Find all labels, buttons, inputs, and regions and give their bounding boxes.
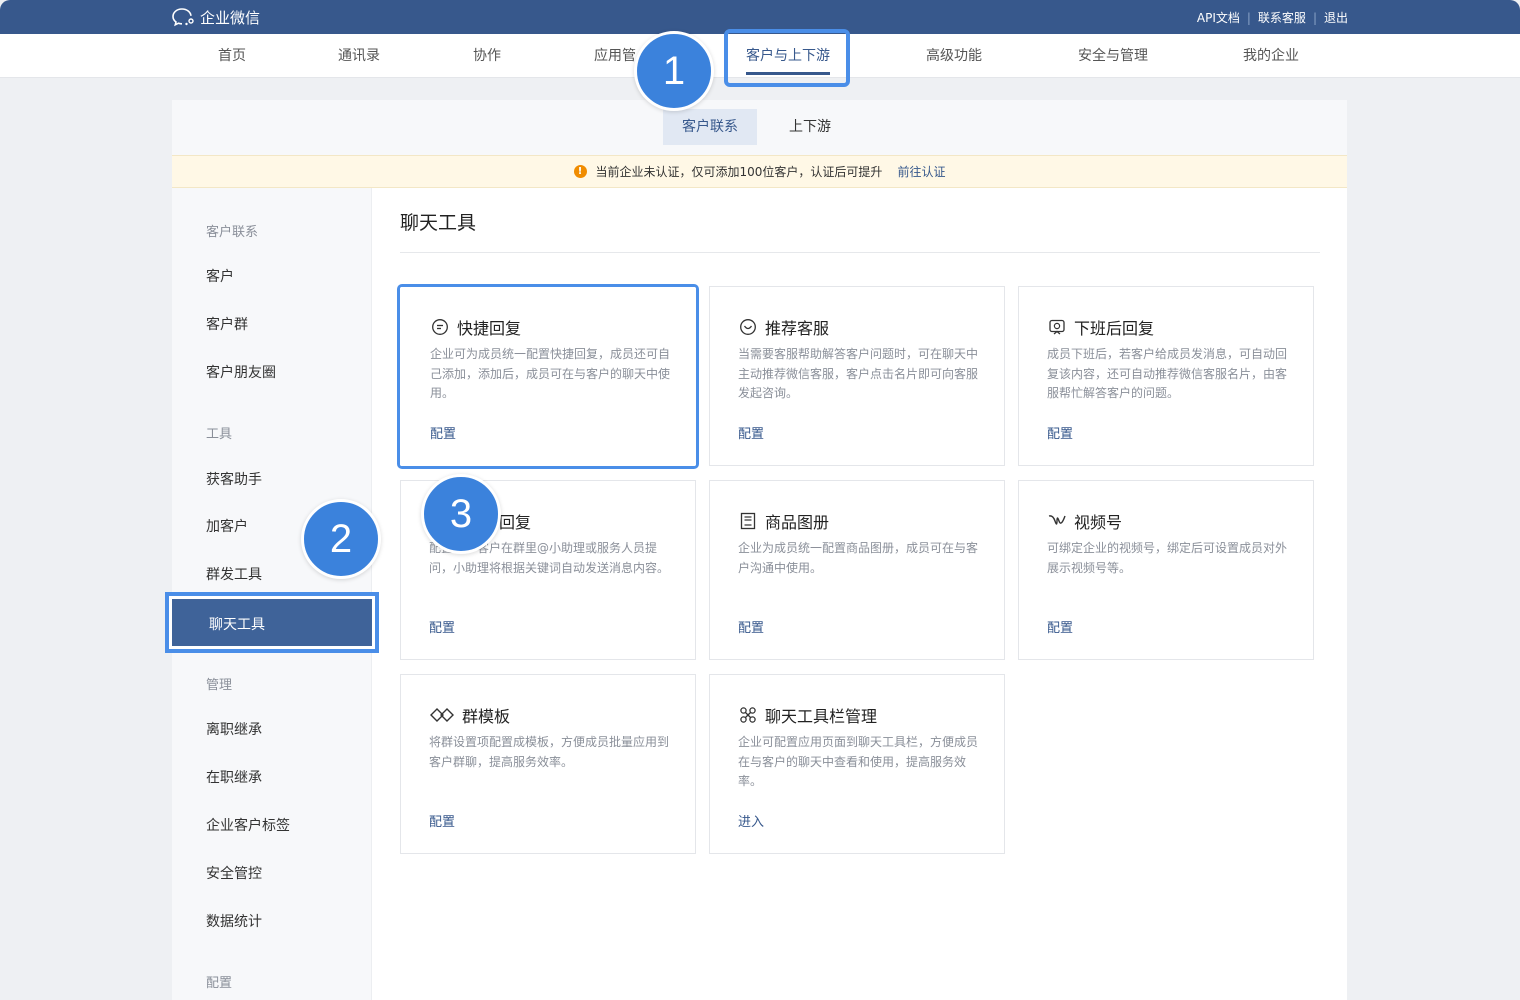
card-description: 当需要客服帮助解答客户问题时，可在聊天中主动推荐微信客服，客户点击名片即可向客服… <box>738 347 979 400</box>
configure-link[interactable]: 配置 <box>430 423 456 442</box>
offwork-reply-icon <box>1047 317 1067 337</box>
nav-home[interactable]: 首页 <box>218 34 246 78</box>
sidebar-group-config: 配置 <box>206 976 233 991</box>
nav-highlight-box <box>724 29 850 87</box>
sub-tabs: 客户联系 上下游 <box>172 100 1347 155</box>
wecom-logo-icon <box>172 8 194 27</box>
sidebar-item-security-control[interactable]: 安全管控 <box>172 850 372 898</box>
card-title: 群模板 <box>462 707 511 726</box>
sidebar-item-active-transfer[interactable]: 在职继承 <box>172 754 372 802</box>
card-title: 推荐客服 <box>765 319 830 338</box>
sidebar: 客户联系 客户 客户群 客户朋友圈 工具 获客助手 加客户 群发工具 聊天工具 … <box>165 188 379 1000</box>
title-divider <box>400 252 1320 253</box>
nav-contacts[interactable]: 通讯录 <box>338 34 380 78</box>
sidebar-item-tags[interactable]: 企业客户标签 <box>172 802 372 850</box>
card-channels[interactable]: 视频号 可绑定企业的视频号，绑定后可设置成员对外展示视频号等。 配置 <box>1018 480 1314 660</box>
card-title: 视频号 <box>1074 513 1123 532</box>
configure-link[interactable]: 配置 <box>738 423 764 442</box>
logo-text: 企业微信 <box>200 8 261 27</box>
page-title: 聊天工具 <box>400 212 477 234</box>
card-quick-reply[interactable]: 快捷回复 企业可为成员统一配置快捷回复，成员还可自己添加，添加后，成员可在与客户… <box>397 284 699 469</box>
product-album-icon <box>738 511 758 531</box>
card-group-template[interactable]: 群模板 将群设置项配置成模板，方便成员批量应用到客户群聊，提高服务效率。 配置 <box>400 674 696 854</box>
toolbar-manage-icon <box>738 705 758 725</box>
card-description: 企业可为成员统一配置快捷回复，成员还可自己添加，添加后，成员可在与客户的聊天中使… <box>430 347 671 400</box>
quick-reply-icon <box>430 317 450 337</box>
sidebar-item-chat-tools[interactable]: 聊天工具 <box>165 592 379 653</box>
sidebar-item-customers[interactable]: 客户 <box>172 253 372 301</box>
step-badge-1: 1 <box>634 31 714 111</box>
logout-link[interactable]: 退出 <box>1324 9 1348 26</box>
enter-link[interactable]: 进入 <box>738 811 764 830</box>
card-title: 商品图册 <box>765 513 830 532</box>
tab-customer-contact[interactable]: 客户联系 <box>663 109 757 145</box>
sidebar-group-management: 管理 <box>206 678 233 693</box>
top-links: API文档 | 联系客服 | 退出 <box>1197 9 1348 26</box>
link-separator: | <box>1246 10 1251 25</box>
channels-icon <box>1047 511 1067 531</box>
nav-app-management[interactable]: 应用管 <box>594 34 636 78</box>
nav-collaboration[interactable]: 协作 <box>473 34 501 78</box>
sidebar-item-customer-groups[interactable]: 客户群 <box>172 301 372 349</box>
api-docs-link[interactable]: API文档 <box>1197 9 1240 26</box>
card-title: 回复 <box>499 513 532 532</box>
nav-security[interactable]: 安全与管理 <box>1078 34 1148 78</box>
verify-link[interactable]: 前往认证 <box>897 163 945 180</box>
tab-upstream-downstream[interactable]: 上下游 <box>770 109 850 145</box>
card-product-album[interactable]: 商品图册 企业为成员统一配置商品图册，成员可在与客户沟通中使用。 配置 <box>709 480 1005 660</box>
sidebar-group-tools: 工具 <box>206 427 233 442</box>
card-description: 企业为成员统一配置商品图册，成员可在与客户沟通中使用。 <box>738 541 979 575</box>
contact-support-link[interactable]: 联系客服 <box>1258 9 1306 26</box>
card-description: 成员下班后，若客户给成员发消息，可自动回复该内容，还可自动推荐微信客服名片，由客… <box>1047 347 1288 400</box>
step-badge-2: 2 <box>301 499 381 579</box>
sidebar-item-resigned-transfer[interactable]: 离职继承 <box>172 706 372 754</box>
configure-link[interactable]: 配置 <box>429 617 455 636</box>
card-description: 将群设置项配置成模板，方便成员批量应用到客户群聊，提高服务效率。 <box>429 735 670 769</box>
card-title: 下班后回复 <box>1074 319 1155 338</box>
notice-text: 当前企业未认证，仅可添加100位客户，认证后可提升 <box>595 165 883 179</box>
card-recommend-service[interactable]: 推荐客服 当需要客服帮助解答客户问题时，可在聊天中主动推荐微信客服，客户点击名片… <box>709 286 1005 466</box>
configure-link[interactable]: 配置 <box>1047 617 1073 636</box>
card-title: 快捷回复 <box>457 319 522 338</box>
card-description: 企业可配置应用页面到聊天工具栏，方便成员在与客户的聊天中查看和使用，提高服务效率… <box>738 735 979 788</box>
sidebar-item-acquisition[interactable]: 获客助手 <box>172 456 372 504</box>
configure-link[interactable]: 配置 <box>738 617 764 636</box>
sidebar-item-moments[interactable]: 客户朋友圈 <box>172 349 372 397</box>
step-badge-3: 3 <box>421 474 501 554</box>
nav-advanced[interactable]: 高级功能 <box>926 34 982 78</box>
link-separator: | <box>1312 10 1317 25</box>
logo[interactable]: 企业微信 <box>172 7 260 27</box>
nav-my-company[interactable]: 我的企业 <box>1243 34 1299 78</box>
configure-link[interactable]: 配置 <box>429 811 455 830</box>
group-template-icon <box>429 705 455 725</box>
card-toolbar-management[interactable]: 聊天工具栏管理 企业可配置应用页面到聊天工具栏，方便成员在与客户的聊天中查看和使… <box>709 674 1005 854</box>
configure-link[interactable]: 配置 <box>1047 423 1073 442</box>
verification-notice: ! 当前企业未认证，仅可添加100位客户，认证后可提升 前往认证 <box>172 155 1347 188</box>
sidebar-item-statistics[interactable]: 数据统计 <box>172 898 372 946</box>
warning-icon: ! <box>573 165 587 178</box>
card-offwork-reply[interactable]: 下班后回复 成员下班后，若客户给成员发消息，可自动回复该内容，还可自动推荐微信客… <box>1018 286 1314 466</box>
card-description: 可绑定企业的视频号，绑定后可设置成员对外展示视频号等。 <box>1047 541 1288 575</box>
sidebar-group-customer-contact: 客户联系 <box>206 225 259 240</box>
service-chat-icon <box>738 317 758 337</box>
card-title: 聊天工具栏管理 <box>765 707 878 726</box>
